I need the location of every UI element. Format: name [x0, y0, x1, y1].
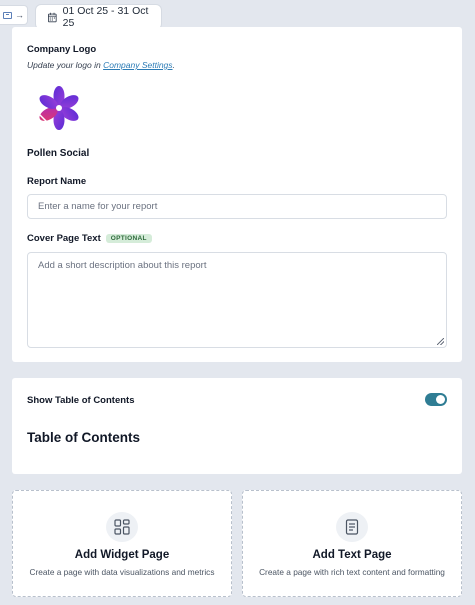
add-text-page-button[interactable]: Add Text Page Create a page with rich te… — [242, 490, 462, 597]
arrow-right-icon: → — [15, 9, 24, 20]
grid-layout-icon — [114, 519, 130, 535]
resize-handle-icon[interactable] — [437, 338, 444, 345]
hint-suffix: . — [172, 60, 175, 70]
add-text-title: Add Text Page — [312, 549, 392, 561]
sidebar-toggle-button[interactable]: → — [0, 5, 28, 25]
company-settings-link[interactable]: Company Settings — [103, 60, 172, 70]
toggle-knob — [436, 395, 445, 404]
add-text-description: Create a page with rich text content and… — [259, 567, 445, 577]
cover-text-placeholder: Add a short description about this repor… — [38, 260, 207, 271]
company-logo-hint: Update your logo in Company Settings. — [27, 60, 175, 70]
company-name: Pollen Social — [27, 148, 90, 159]
add-widget-description: Create a page with data visualizations a… — [29, 567, 215, 577]
widget-icon-circle — [106, 512, 138, 542]
cover-text-textarea[interactable]: Add a short description about this repor… — [27, 252, 447, 348]
date-range-label: 01 Oct 25 - 31 Oct 25 — [62, 5, 149, 29]
report-cover-card: Company Logo Update your logo in Company… — [12, 27, 462, 362]
table-of-contents-card: Show Table of Contents Table of Contents — [12, 378, 462, 474]
company-logo-image — [36, 86, 79, 130]
report-name-placeholder: Enter a name for your report — [38, 201, 158, 212]
hint-text: Update your logo in — [27, 60, 104, 70]
report-name-input[interactable]: Enter a name for your report — [27, 194, 447, 219]
toc-toggle-switch[interactable] — [425, 393, 447, 406]
report-name-label: Report Name — [27, 176, 87, 187]
toc-toggle-label: Show Table of Contents — [27, 395, 135, 406]
toc-heading: Table of Contents — [27, 430, 140, 445]
calendar-icon — [48, 12, 57, 22]
company-logo-title: Company Logo — [27, 44, 97, 55]
cover-text-label-text: Cover Page Text — [27, 233, 101, 244]
add-widget-page-button[interactable]: Add Widget Page Create a page with data … — [12, 490, 232, 597]
optional-badge: OPTIONAL — [105, 233, 152, 243]
sidebar-panel-icon — [3, 11, 12, 19]
add-widget-title: Add Widget Page — [74, 549, 170, 561]
text-icon-circle — [336, 512, 368, 542]
document-icon — [345, 519, 359, 535]
cover-text-label: Cover Page Text OPTIONAL — [27, 233, 152, 244]
